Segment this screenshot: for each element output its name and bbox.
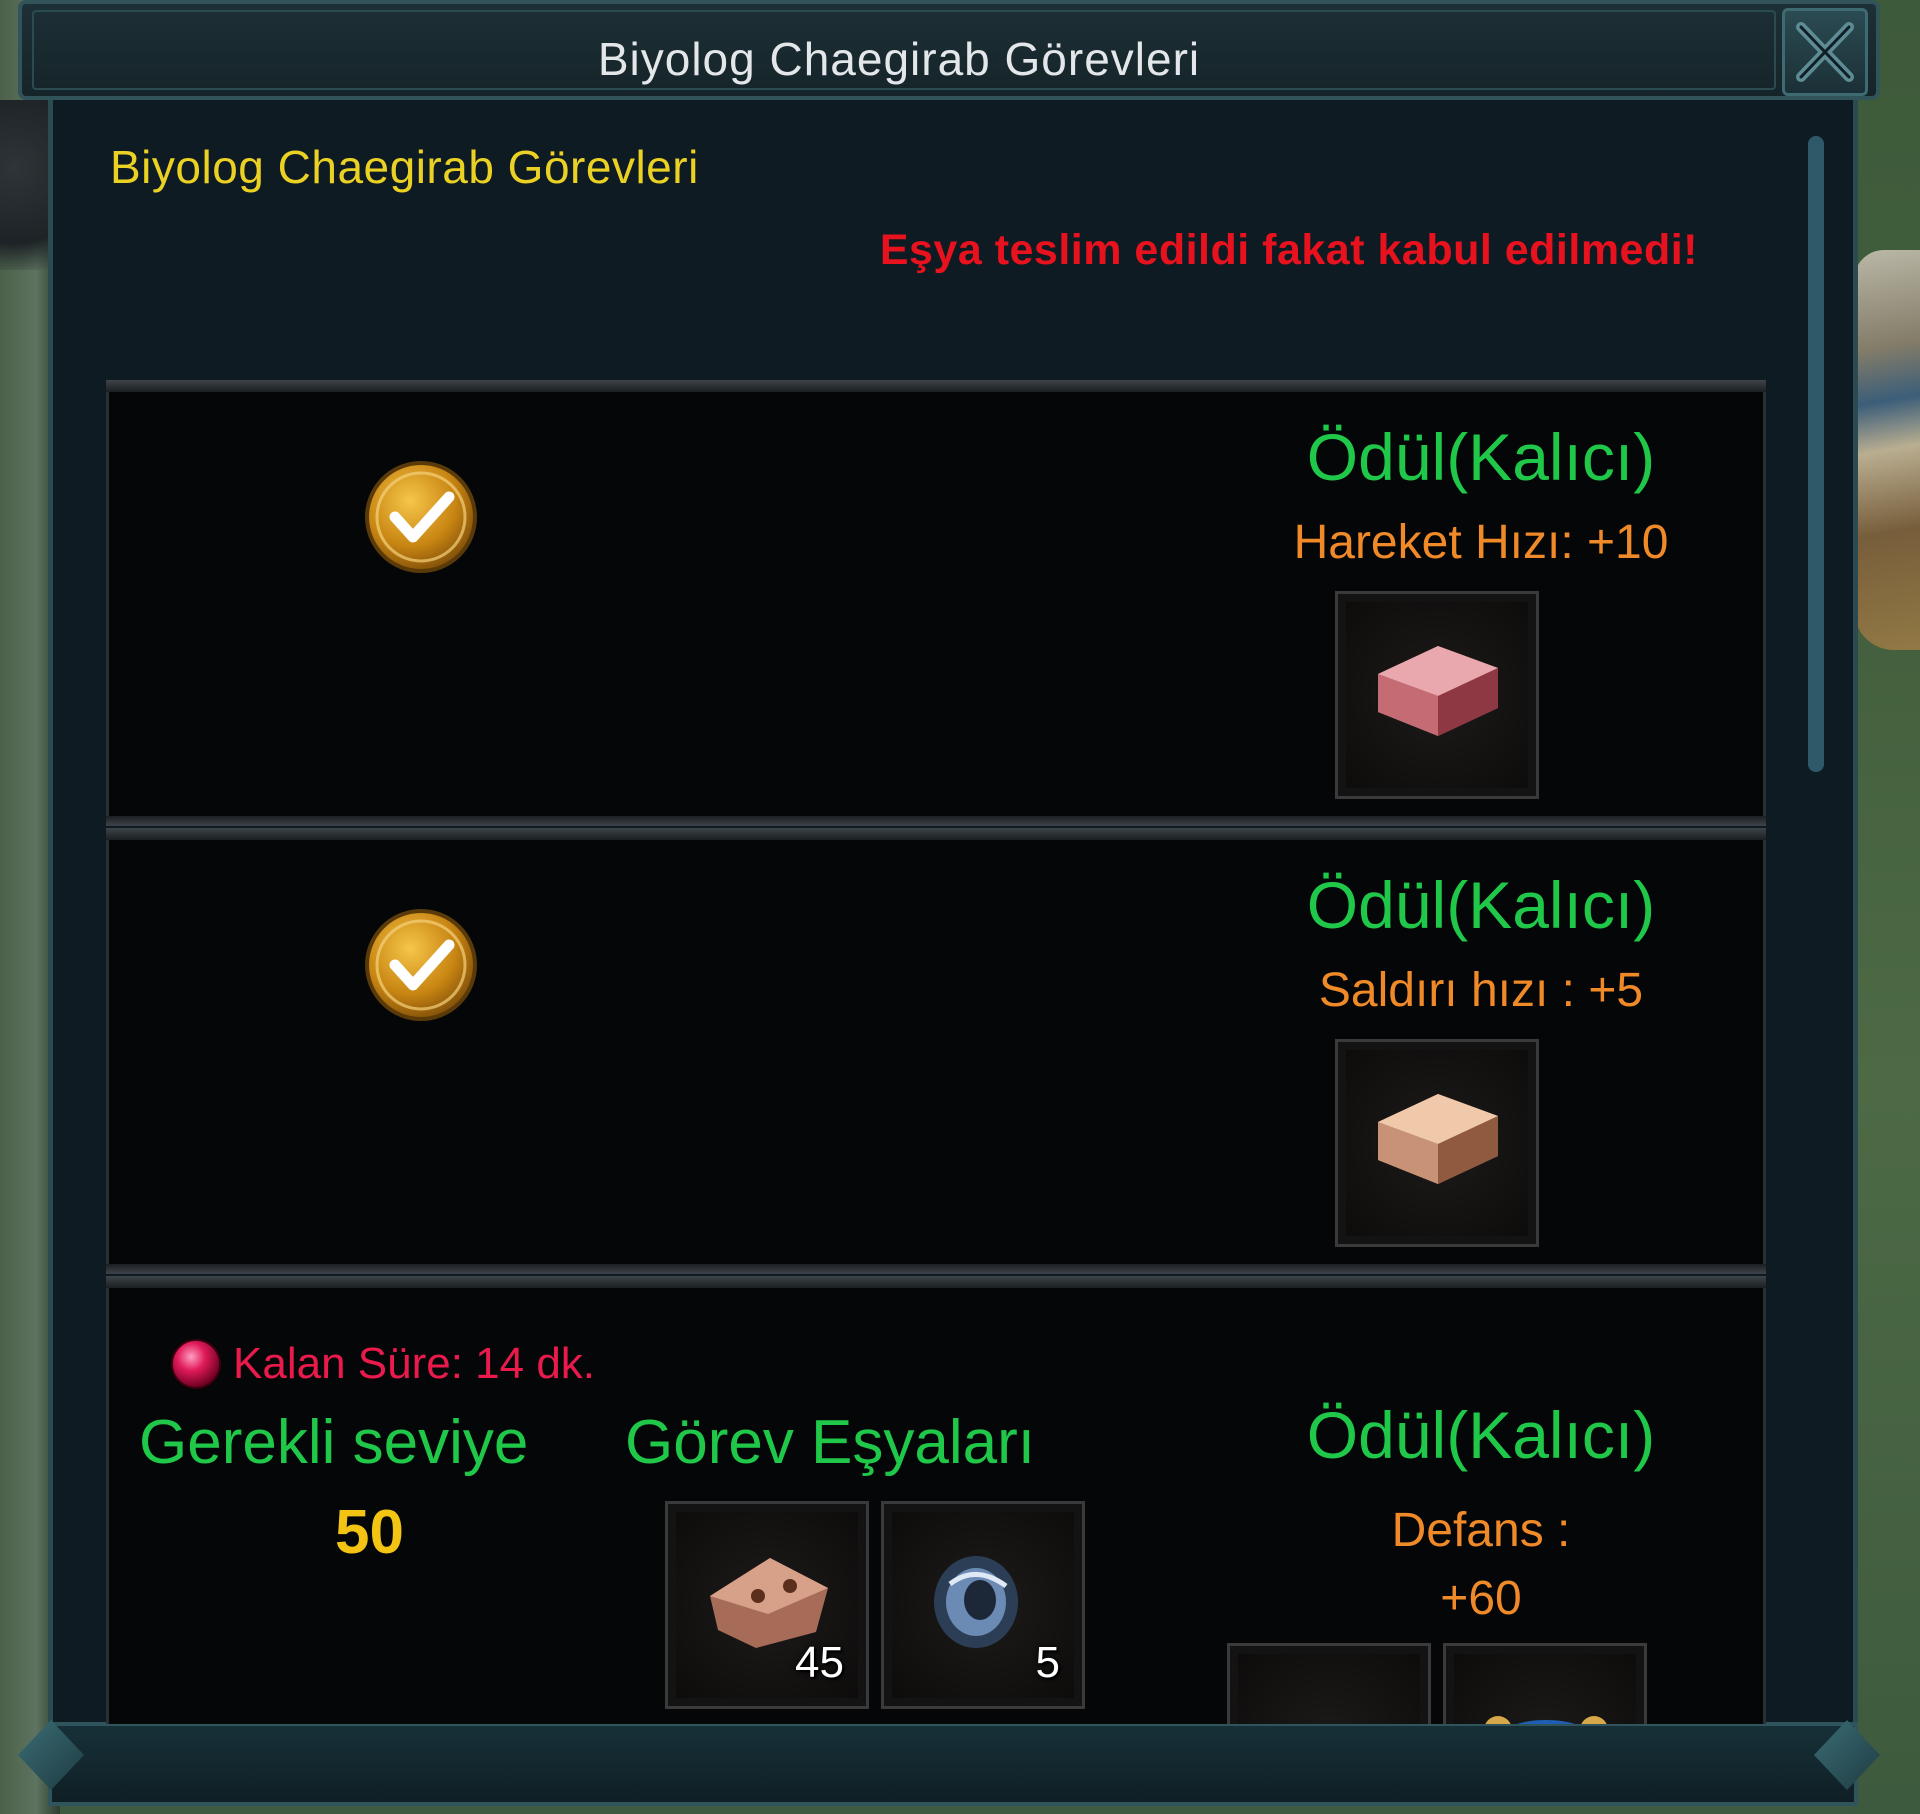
quest-card-1: Ödül(Kalıcı) Hareket Hızı: +10 [106,380,1766,826]
card-divider [106,1264,1766,1274]
gold-item-icon [1260,1686,1400,1724]
close-icon [1796,22,1854,82]
timer-row: Kalan Süre: 14 dk. [169,1337,595,1391]
quest-item-slot[interactable]: 5 [881,1501,1085,1709]
window-bottom-frame [48,1722,1858,1806]
header-title: Biyolog Chaegirab Görevleri [110,141,699,193]
blue-ring-item-icon [934,1556,1018,1648]
reward-title: Ödül(Kalıcı) [1306,868,1656,942]
reward-stat: Hareket Hızı: +10 [1293,516,1669,569]
required-level-value: 50 [335,1498,404,1567]
quest-card-2: Ödül(Kalıcı) Saldırı hızı : +5 [106,828,1766,1274]
reward-item-slot[interactable] [1335,1039,1539,1247]
quest-card-3: Kalan Süre: 14 dk. Gerekli seviye 50 Gör… [106,1276,1766,1724]
quest-items-label: Görev Eşyaları [625,1408,1036,1477]
reward-stat: Saldırı hızı : +5 [1318,964,1644,1017]
required-level-label: Gerekli seviye [139,1408,529,1477]
tan-block-item-icon [1378,1094,1498,1184]
reward-item-slot[interactable] [1335,591,1539,799]
red-gem-timer-icon [171,1339,221,1389]
red-block-item-icon [1378,646,1498,736]
card-divider [106,816,1766,826]
gold-checkmark-icon [365,909,477,1021]
timer-label: Kalan Süre: 14 dk. [233,1339,596,1388]
window-title: Biyolog Chaegirab Görevleri [597,33,1201,85]
blue-gold-armor-item-icon [1485,1716,1607,1724]
error-message: Eşya teslim edildi fakat kabul edilmedi! [879,226,1698,274]
close-button[interactable] [1782,8,1868,96]
reward-title: Ödül(Kalıcı) [1306,1398,1656,1472]
quest-list[interactable]: Ödül(Kalıcı) Hareket Hızı: +10 Ödül(Kalı… [106,380,1766,1724]
reward-item-slot[interactable] [1443,1643,1647,1724]
item-count: 5 [1035,1638,1060,1687]
scrollbar-thumb[interactable] [1808,136,1824,772]
quest-window: Biyolog Chaegirab Görevleri Biyolog Chae… [18,0,1880,1806]
window-titlebar[interactable]: Biyolog Chaegirab Görevleri [18,0,1880,100]
quest-item-slot[interactable]: 45 [665,1501,869,1709]
gold-checkmark-icon [365,461,477,573]
scrollbar[interactable] [1808,136,1824,772]
reward-item-slot[interactable] [1227,1643,1431,1724]
reward-title: Ödül(Kalıcı) [1306,420,1656,494]
reward-stat-value: +60 [1440,1572,1522,1625]
item-count: 45 [795,1638,844,1687]
reward-stat-label: Defans : [1391,1504,1571,1557]
